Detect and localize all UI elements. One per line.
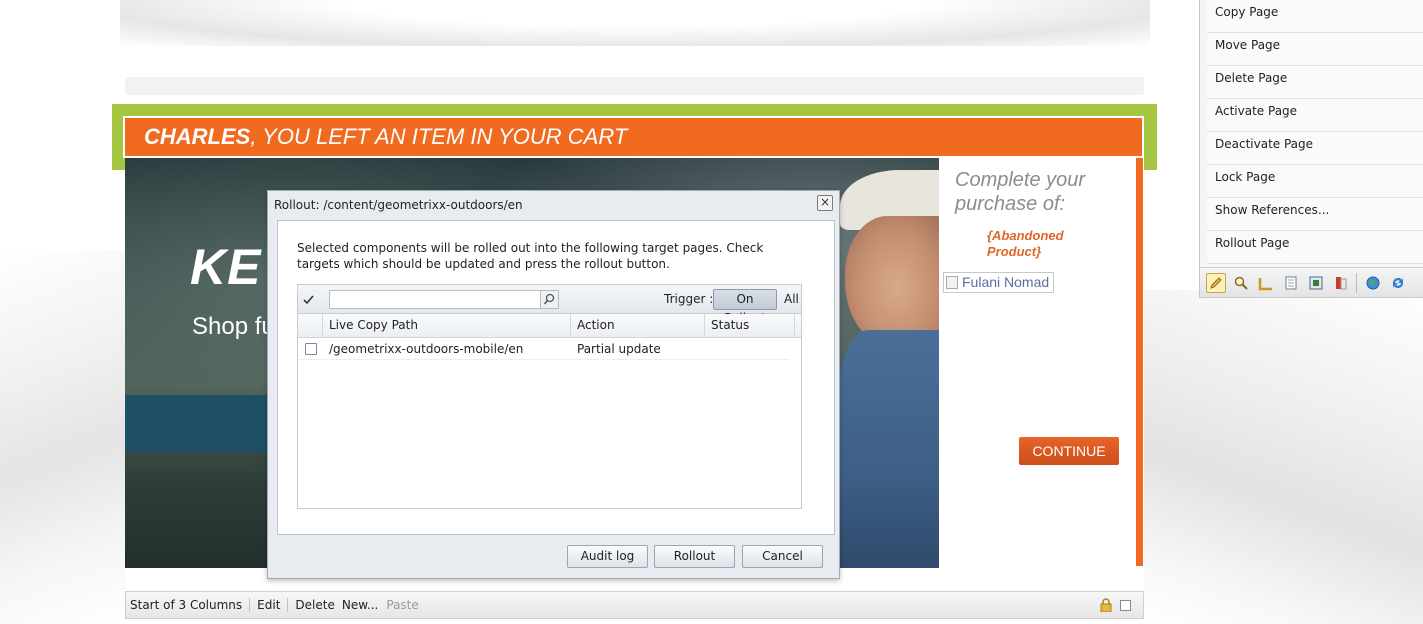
grid-toolbar: Trigger : On Rollout All — [298, 285, 801, 325]
grid-header: Live Copy Path Action Status — [298, 314, 801, 338]
checkbox-column-header — [298, 314, 323, 338]
audit-log-button[interactable]: Audit log — [567, 545, 648, 568]
search-icon[interactable] — [1231, 273, 1251, 293]
column-header-status[interactable]: Status — [705, 314, 795, 338]
live-copy-grid: Trigger : On Rollout All Live Copy Path … — [297, 284, 802, 509]
table-row[interactable]: /geometrixx-outdoors-mobile/en Partial u… — [298, 338, 789, 360]
dialog-body: Selected components will be rolled out i… — [277, 220, 835, 535]
parsys-select-checkbox[interactable] — [1120, 600, 1131, 611]
refresh-icon[interactable] — [1388, 273, 1408, 293]
column-header-action[interactable]: Action — [571, 314, 705, 338]
hero-person-face — [845, 216, 939, 346]
parsys-edit-bar: Start of 3 Columns Edit Delete New... Pa… — [125, 591, 1144, 619]
page-background-left — [0, 250, 125, 624]
product-column — [939, 158, 1144, 568]
row-checkbox[interactable] — [305, 343, 317, 355]
row-status — [705, 338, 789, 360]
sidekick-panel: Copy Page Move Page Delete Page Activate… — [1199, 0, 1423, 298]
broken-image-icon — [946, 276, 958, 289]
menu-item-delete-page[interactable]: Delete Page — [1207, 66, 1423, 99]
select-all-checkbox[interactable] — [303, 294, 314, 305]
trigger-on-rollout-button[interactable]: On Rollout — [713, 289, 777, 325]
hero-subtitle: Shop fu — [192, 313, 275, 340]
lock-icon[interactable] — [1099, 598, 1113, 612]
sidekick-toolbar — [1200, 267, 1423, 297]
menu-item-activate-page[interactable]: Activate Page — [1207, 99, 1423, 132]
page-actions-menu: Copy Page Move Page Delete Page Activate… — [1207, 0, 1423, 264]
page-icon[interactable] — [1281, 273, 1301, 293]
globe-icon[interactable] — [1363, 273, 1383, 293]
trigger-label: Trigger : — [664, 292, 714, 306]
banner-message: , YOU LEFT AN ITEM IN YOUR CART — [250, 124, 628, 149]
cancel-button[interactable]: Cancel — [742, 545, 823, 568]
orange-divider — [1136, 158, 1143, 566]
close-icon[interactable]: × — [817, 195, 833, 211]
menu-item-deactivate-page[interactable]: Deactivate Page — [1207, 132, 1423, 165]
menu-item-copy-page[interactable]: Copy Page — [1207, 0, 1423, 33]
hero-blue-band — [125, 395, 275, 452]
search-icon[interactable] — [540, 290, 559, 309]
scaffold-icon[interactable] — [1331, 273, 1351, 293]
parsys-paste-button: Paste — [386, 598, 419, 612]
rollout-dialog: Rollout: /content/geometrixx-outdoors/en… — [267, 190, 840, 579]
menu-item-show-references[interactable]: Show References... — [1207, 198, 1423, 231]
complete-purchase-text: Complete your purchase of: — [955, 169, 1086, 215]
ruler-icon[interactable] — [1256, 273, 1276, 293]
product-image[interactable]: Fulani Nomad — [943, 272, 1054, 293]
rollout-button[interactable]: Rollout — [654, 545, 735, 568]
parsys-new-button[interactable]: New... — [335, 598, 379, 612]
product-image-alt: Fulani Nomad — [962, 274, 1050, 290]
cart-reminder-banner[interactable]: CHARLES, YOU LEFT AN ITEM IN YOUR CART — [123, 116, 1144, 158]
dialog-description: Selected components will be rolled out i… — [297, 241, 764, 271]
row-action: Partial update — [577, 342, 661, 356]
pencil-icon[interactable] — [1206, 272, 1226, 293]
dialog-title[interactable]: Rollout: /content/geometrixx-outdoors/en — [268, 191, 839, 219]
page-background-swoosh — [120, 0, 1150, 46]
hero-title: KE — [190, 239, 262, 295]
header-strip — [125, 77, 1144, 95]
column-header-live-copy-path[interactable]: Live Copy Path — [323, 314, 571, 338]
menu-item-lock-page[interactable]: Lock Page — [1207, 165, 1423, 198]
continue-button[interactable]: CONTINUE — [1019, 437, 1119, 465]
menu-item-move-page[interactable]: Move Page — [1207, 33, 1423, 66]
menu-item-rollout-page[interactable]: Rollout Page — [1207, 231, 1423, 264]
parsys-delete-button[interactable]: Delete — [288, 598, 334, 612]
component-icon[interactable] — [1306, 273, 1326, 293]
dialog-footer: Audit log Rollout Cancel — [268, 541, 839, 575]
abandoned-product-placeholder: {Abandoned Product} — [987, 228, 1064, 259]
hero-person-body — [838, 330, 939, 568]
customer-name: CHARLES — [144, 124, 251, 149]
parsys-label: Start of 3 Columns — [130, 598, 251, 612]
page-background-right — [1144, 290, 1423, 624]
search-input[interactable] — [329, 290, 543, 309]
parsys-edit-button[interactable]: Edit — [250, 598, 289, 612]
row-live-copy-path: /geometrixx-outdoors-mobile/en — [329, 342, 524, 356]
trigger-all-button[interactable]: All — [784, 292, 799, 306]
